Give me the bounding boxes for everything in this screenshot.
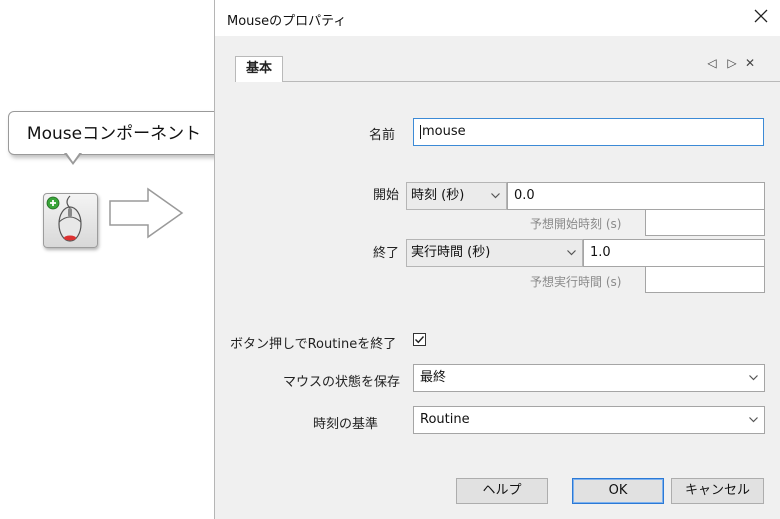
dialog-title: Mouseのプロパティ [227,14,347,29]
chevron-down-icon [749,375,758,381]
text-caret [420,124,421,139]
checkmark-icon [415,336,425,344]
start-label: 開始 [373,188,400,203]
force-end-label: ボタン押しでRoutineを終了 [230,337,397,352]
tab-divider [283,81,780,82]
chevron-down-icon [567,250,576,256]
save-state-value: 最終 [420,370,447,385]
title-bar: Mouseのプロパティ [215,0,780,36]
tab-bar: 基本 [215,36,780,82]
expected-start-label: 予想開始時刻 (s) [530,217,622,231]
properties-dialog: Mouseのプロパティ 基本 ◁ ▷ ✕ 名前 mouse 開始 時刻 (秒) … [214,0,780,519]
tab-close-icon[interactable]: ✕ [743,56,757,70]
tab-next-icon[interactable]: ▷ [725,56,739,70]
expected-start-input[interactable] [645,209,765,236]
stop-type-select[interactable]: 実行時間 (秒) [406,239,583,267]
cancel-button[interactable]: キャンセル [671,478,764,504]
time-ref-value: Routine [420,412,470,427]
tab-basic[interactable]: 基本 [235,56,283,82]
ok-button[interactable]: OK [572,478,664,504]
expected-duration-input[interactable] [645,266,765,293]
save-state-label: マウスの状態を保存 [283,375,401,390]
name-input[interactable]: mouse [413,118,764,146]
force-end-checkbox[interactable] [413,333,426,346]
expected-duration-label: 予想実行時間 (s) [530,275,622,289]
chevron-down-icon [749,417,758,423]
time-ref-label: 時刻の基準 [313,417,379,432]
stop-value-input[interactable]: 1.0 [583,239,765,267]
help-button[interactable]: ヘルプ [456,478,548,504]
save-state-select[interactable]: 最終 [413,364,765,392]
chevron-down-icon [491,193,500,199]
callout-tail-inner [66,152,80,162]
name-value: mouse [422,124,466,139]
stop-label: 終了 [373,246,400,261]
start-type-value: 時刻 (秒) [411,188,465,203]
mouse-component-icon[interactable] [43,193,98,248]
start-type-select[interactable]: 時刻 (秒) [406,182,507,210]
name-label: 名前 [369,128,396,143]
right-arrow-icon [106,186,186,245]
start-value-input[interactable]: 0.0 [507,182,765,210]
stop-type-value: 実行時間 (秒) [411,245,491,260]
mouse-icon [46,195,82,242]
component-callout: Mouseコンポーネント [8,111,220,155]
time-ref-select[interactable]: Routine [413,406,765,434]
close-icon[interactable] [751,7,771,28]
tab-prev-icon[interactable]: ◁ [705,56,719,70]
